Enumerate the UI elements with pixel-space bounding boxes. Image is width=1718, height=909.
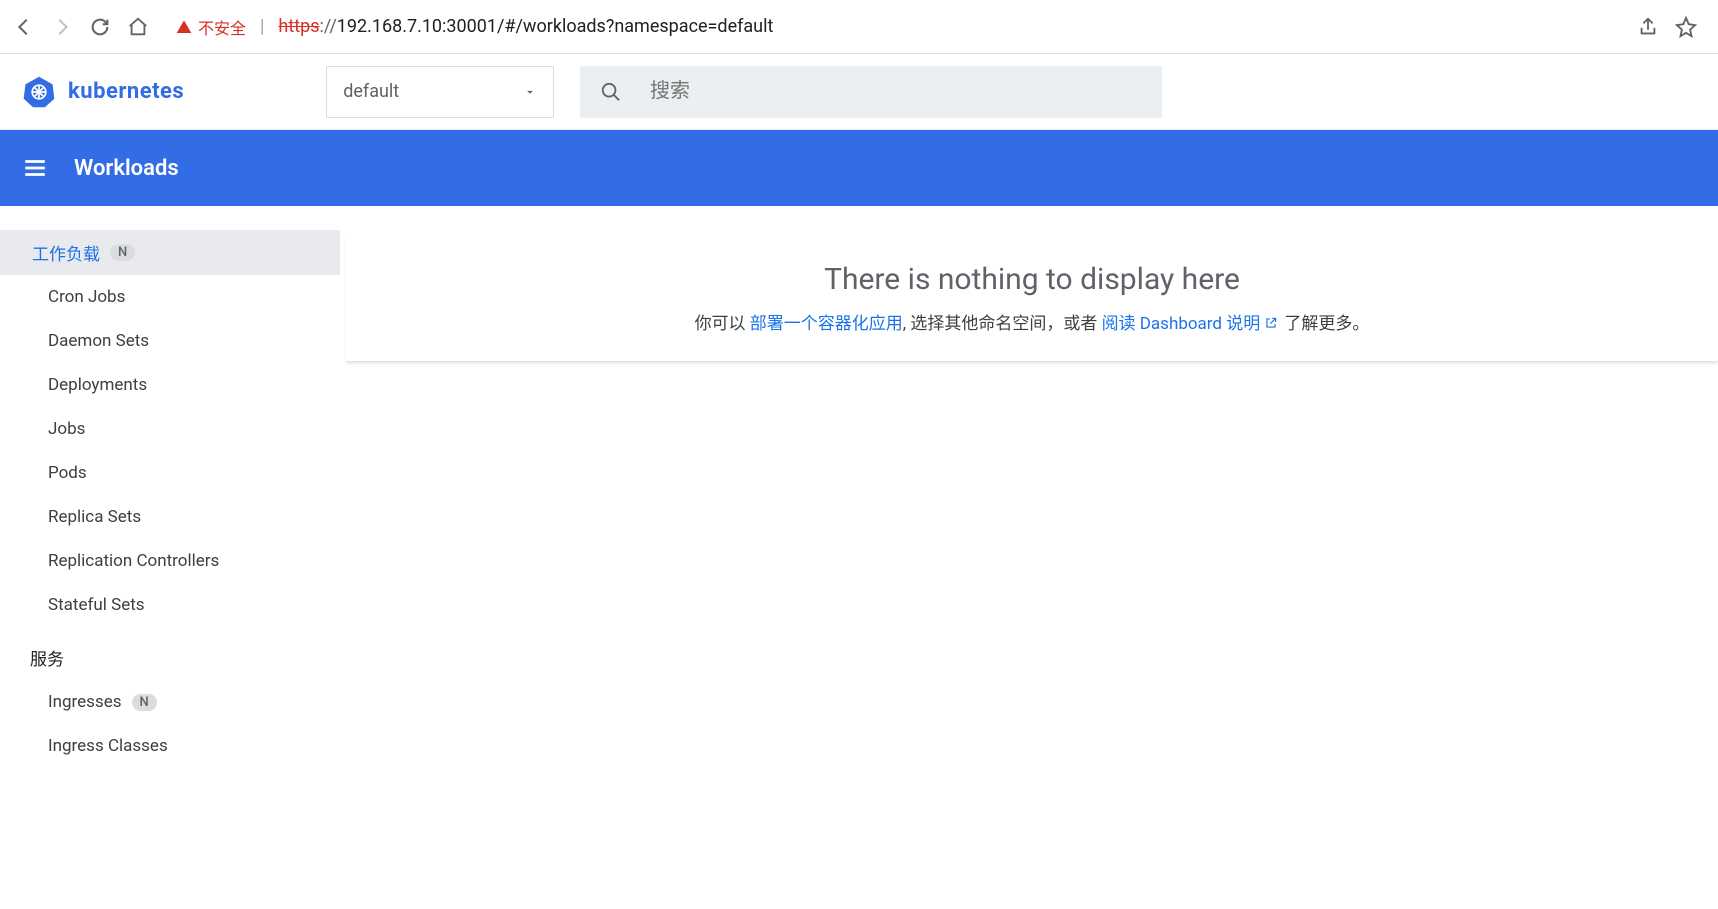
address-bar[interactable]: 不安全 | https://192.168.7.10:30001/#/workl… <box>164 15 1622 39</box>
sidebar-item-label: Replica Sets <box>48 507 141 527</box>
search-input[interactable] <box>650 80 1142 103</box>
logo-text: kubernetes <box>68 79 184 104</box>
sidebar-item-ingresses[interactable]: Ingresses N <box>18 680 322 724</box>
namespace-select[interactable]: default <box>326 66 554 118</box>
sidebar-group-workloads[interactable]: 工作负载 N <box>0 230 340 275</box>
sidebar-group-label: 工作负载 <box>32 240 100 265</box>
namespace-selected-value: default <box>343 81 399 102</box>
sidebar-item-label: Ingresses <box>48 692 122 712</box>
back-icon[interactable] <box>12 15 36 39</box>
section-header: Workloads <box>0 130 1718 206</box>
search-box[interactable] <box>580 66 1162 118</box>
browser-toolbar: 不安全 | https://192.168.7.10:30001/#/workl… <box>0 0 1718 54</box>
sidebar-item-cronjobs[interactable]: Cron Jobs <box>18 275 322 319</box>
sidebar-item-label: Daemon Sets <box>48 331 149 351</box>
caret-down-icon <box>523 85 537 99</box>
url-text: https://192.168.7.10:30001/#/workloads?n… <box>278 16 773 37</box>
logo[interactable]: kubernetes <box>22 75 184 109</box>
sidebar-item-label: Jobs <box>48 419 85 439</box>
main-content: There is nothing to display here 你可以 部署一… <box>340 206 1718 792</box>
sidebar-item-ingressclasses[interactable]: Ingress Classes <box>18 724 322 768</box>
separator: | <box>260 16 264 37</box>
sidebar: 工作负载 N Cron Jobs Daemon Sets Deployments… <box>0 206 340 792</box>
sidebar-item-label: Stateful Sets <box>48 595 145 615</box>
share-icon[interactable] <box>1636 15 1660 39</box>
search-icon <box>600 80 622 104</box>
sidebar-item-replicationcontrollers[interactable]: Replication Controllers <box>18 539 322 583</box>
kubernetes-logo-icon <box>22 75 56 109</box>
warning-triangle-icon <box>176 19 192 35</box>
sidebar-item-label: Replication Controllers <box>48 551 219 571</box>
sidebar-item-jobs[interactable]: Jobs <box>18 407 322 451</box>
sidebar-item-daemonsets[interactable]: Daemon Sets <box>18 319 322 363</box>
empty-state-title: There is nothing to display here <box>382 262 1682 297</box>
bookmark-star-icon[interactable] <box>1674 15 1698 39</box>
app-topbar: kubernetes default <box>0 54 1718 130</box>
menu-toggle-icon[interactable] <box>22 155 48 181</box>
dashboard-docs-link[interactable]: 阅读 Dashboard 说明 <box>1102 314 1261 334</box>
sidebar-item-replicasets[interactable]: Replica Sets <box>18 495 322 539</box>
sidebar-item-deployments[interactable]: Deployments <box>18 363 322 407</box>
sidebar-badge: N <box>132 694 157 711</box>
deploy-app-link[interactable]: 部署一个容器化应用 <box>750 314 903 334</box>
sidebar-item-label: Deployments <box>48 375 147 395</box>
sidebar-group-services[interactable]: 服务 <box>18 635 322 680</box>
insecure-label: 不安全 <box>198 15 246 39</box>
empty-state-subtitle: 你可以 部署一个容器化应用, 选择其他命名空间，或者 阅读 Dashboard … <box>382 309 1682 335</box>
forward-icon <box>50 15 74 39</box>
sidebar-item-label: Pods <box>48 463 87 483</box>
sidebar-item-statefulsets[interactable]: Stateful Sets <box>18 583 322 627</box>
sidebar-badge: N <box>110 244 135 261</box>
sidebar-item-label: Ingress Classes <box>48 736 168 756</box>
reload-icon[interactable] <box>88 15 112 39</box>
sidebar-item-label: Cron Jobs <box>48 287 125 307</box>
home-icon[interactable] <box>126 15 150 39</box>
external-link-icon <box>1264 315 1278 335</box>
empty-state-card: There is nothing to display here 你可以 部署一… <box>346 234 1718 362</box>
insecure-badge[interactable]: 不安全 <box>176 15 246 39</box>
page-title: Workloads <box>74 156 179 181</box>
sidebar-item-pods[interactable]: Pods <box>18 451 322 495</box>
